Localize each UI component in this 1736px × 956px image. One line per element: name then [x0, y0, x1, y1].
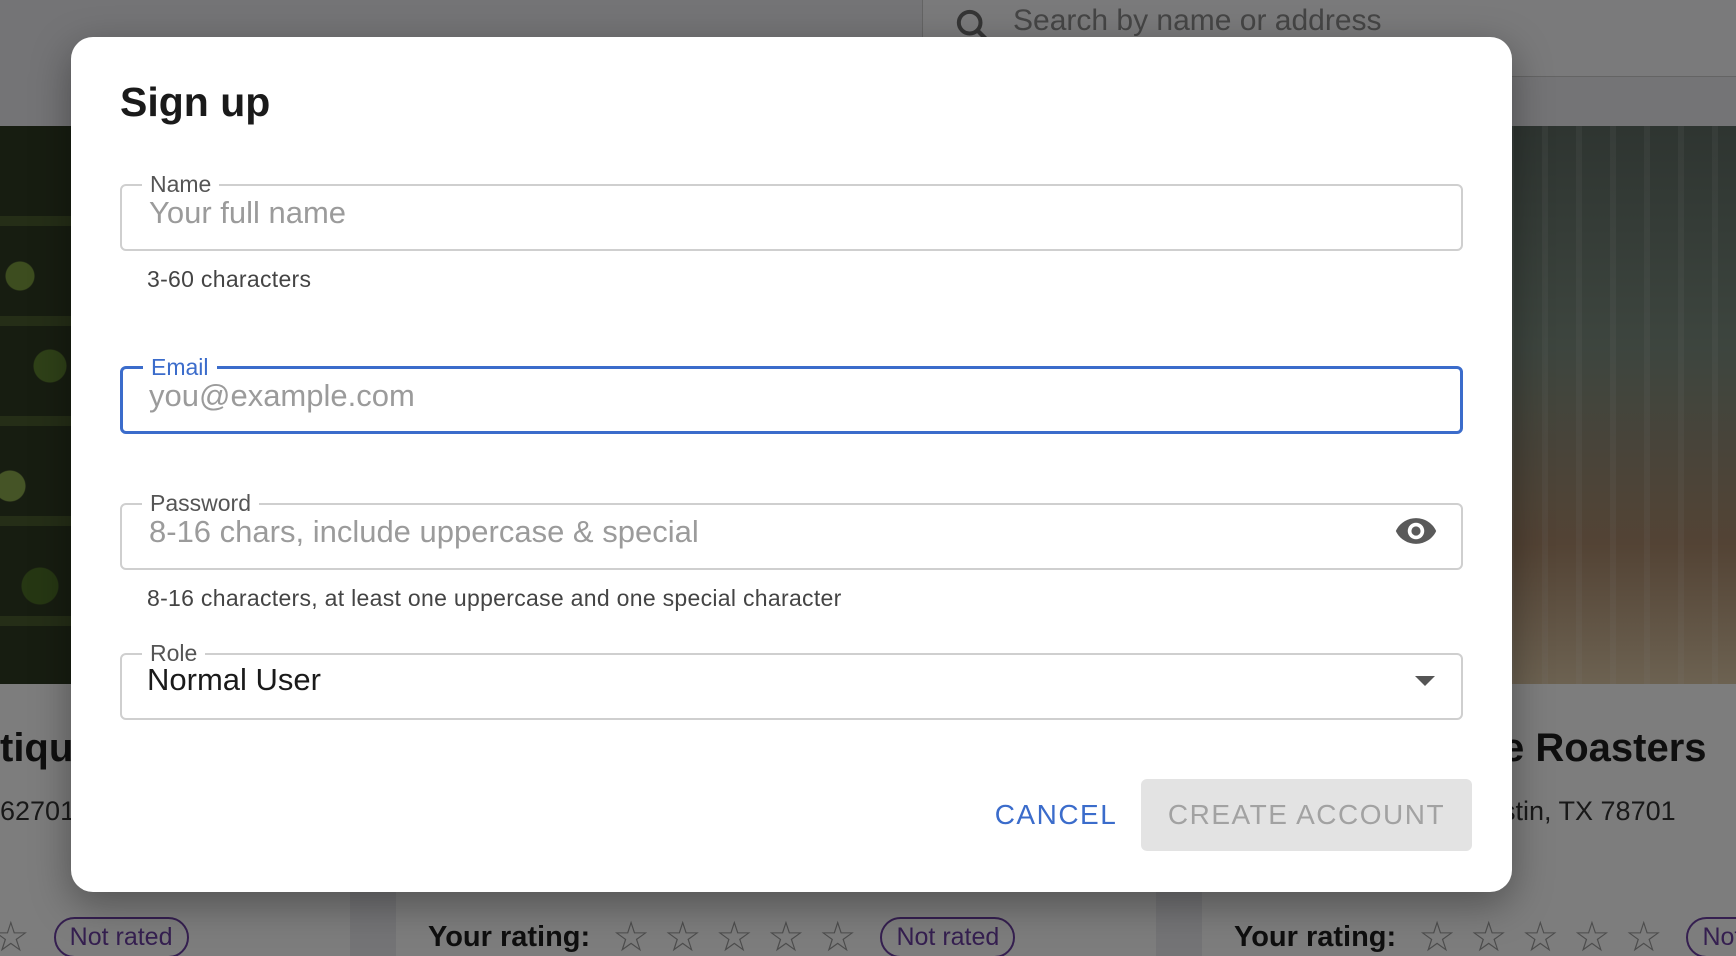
password-helper-text: 8-16 characters, at least one uppercase …: [147, 585, 842, 611]
name-helper-text: 3-60 characters: [147, 266, 312, 292]
role-select[interactable]: Role Normal User: [120, 642, 1463, 720]
chevron-down-icon[interactable]: [1415, 676, 1435, 686]
email-input[interactable]: [147, 368, 1391, 424]
password-field[interactable]: Password: [120, 492, 1463, 570]
role-selected-value[interactable]: Normal User: [147, 662, 321, 698]
role-field-outline: Role: [120, 642, 1463, 720]
create-account-button[interactable]: CREATE ACCOUNT: [1141, 779, 1472, 851]
eye-icon[interactable]: [1393, 509, 1439, 553]
dialog-title: Sign up: [120, 79, 271, 125]
name-field[interactable]: Name: [120, 173, 1463, 251]
cancel-button[interactable]: CANCEL: [971, 779, 1141, 851]
email-field[interactable]: Email: [120, 356, 1463, 434]
signup-dialog: Sign up Name 3-60 characters Email Passw…: [71, 37, 1512, 892]
name-input[interactable]: [147, 185, 1391, 241]
password-input[interactable]: [147, 504, 1391, 560]
